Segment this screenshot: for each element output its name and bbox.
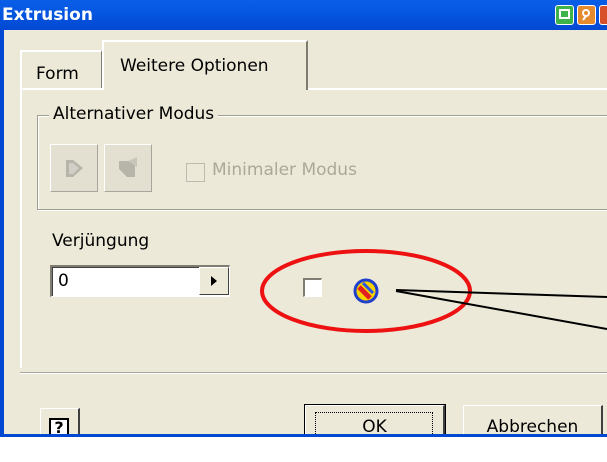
taper-dropdown-button[interactable]: [199, 267, 229, 295]
arrow-right-icon: [211, 276, 217, 286]
tab-form-label: Form: [36, 64, 79, 84]
taper-sphere-icon[interactable]: [352, 277, 380, 310]
mode-button-1[interactable]: [50, 144, 98, 192]
extrusion-dialog: Extrusion Form Weitere Optionen Alternat…: [0, 0, 607, 437]
tab-weitere-optionen[interactable]: Weitere Optionen: [102, 40, 308, 90]
tab-weitere-optionen-label: Weitere Optionen: [120, 56, 269, 76]
minimal-mode-label: Minimaler Modus: [212, 160, 357, 180]
mode-button-2[interactable]: [104, 144, 152, 192]
window-frame: [0, 30, 4, 437]
taper-checkbox[interactable]: [303, 278, 322, 297]
window-frame-bottom: [0, 434, 607, 437]
close-icon[interactable]: [599, 5, 607, 25]
pin-icon[interactable]: [577, 5, 596, 25]
minimize-icon[interactable]: [555, 5, 574, 25]
taper-value: 0: [58, 271, 69, 291]
taper-label: Verjüngung: [52, 231, 150, 251]
minimal-mode-checkbox[interactable]: [186, 163, 205, 182]
taper-input[interactable]: 0: [50, 265, 230, 297]
tab-form[interactable]: Form: [20, 50, 102, 88]
divider: [20, 372, 607, 374]
help-button[interactable]: ?: [40, 408, 80, 437]
title-bar[interactable]: Extrusion: [0, 0, 607, 30]
window-title: Extrusion: [2, 5, 93, 25]
ok-button[interactable]: OK: [304, 404, 446, 437]
cancel-button[interactable]: Abbrechen: [463, 405, 603, 437]
alternative-mode-label: Alternativer Modus: [49, 104, 219, 124]
